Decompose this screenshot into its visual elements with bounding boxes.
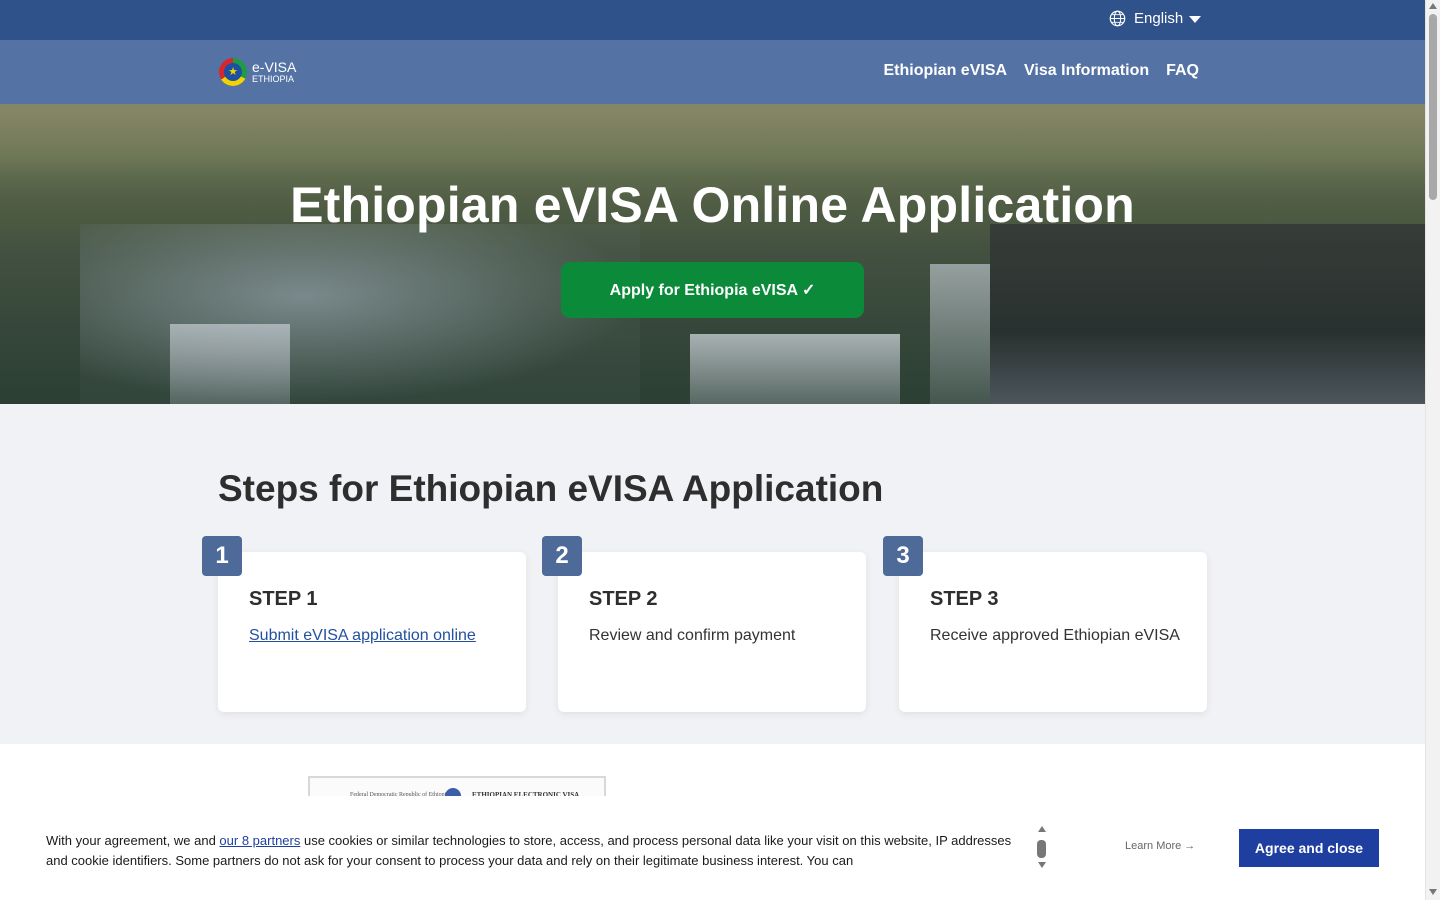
consent-text: With your agreement, we and our 8 partne… xyxy=(46,833,1012,868)
steps-section: Steps for Ethiopian eVISA Application ST… xyxy=(0,404,1425,744)
page-scroll-thumb[interactable] xyxy=(1429,14,1437,200)
step-card-3: STEP 3 Receive approved Ethiopian eVISA xyxy=(899,552,1207,712)
step-description: Review and confirm payment xyxy=(589,627,796,644)
step-number-badge: 1 xyxy=(202,536,242,576)
apply-evisa-button[interactable]: Apply for Ethiopia eVISA ✓ xyxy=(561,262,864,318)
hero-banner: Ethiopian eVISA Online Application Apply… xyxy=(0,104,1425,404)
step-title: STEP 1 xyxy=(249,588,318,610)
nav-link-faq[interactable]: FAQ xyxy=(1166,62,1199,80)
ethiopia-emblem-icon: ★ xyxy=(219,58,247,86)
top-utility-bar: English xyxy=(0,0,1425,40)
globe-icon xyxy=(1109,10,1126,27)
scroll-thumb[interactable] xyxy=(1037,840,1046,858)
agree-and-close-button[interactable]: Agree and close xyxy=(1239,829,1379,867)
primary-nav: Ethiopian eVISA Visa Information FAQ xyxy=(883,62,1199,80)
hero-title: Ethiopian eVISA Online Application xyxy=(290,177,1135,233)
main-navbar: ★ e-VISA ETHIOPIA Ethiopian eVISA Visa I… xyxy=(0,40,1425,104)
step-title: STEP 2 xyxy=(589,588,658,610)
hero-overlay xyxy=(0,104,1425,404)
nav-link-ethiopian-evisa[interactable]: Ethiopian eVISA xyxy=(883,62,1007,80)
step-card-1: STEP 1 Submit eVISA application online xyxy=(218,552,526,712)
step-number-badge: 2 xyxy=(542,536,582,576)
steps-heading: Steps for Ethiopian eVISA Application xyxy=(218,468,884,509)
nav-link-visa-information[interactable]: Visa Information xyxy=(1024,62,1149,80)
scroll-down-arrow-icon[interactable] xyxy=(1429,889,1437,895)
partners-link[interactable]: our 8 partners xyxy=(219,833,300,848)
step-title: STEP 3 xyxy=(930,588,999,610)
logo-text-evisa: e-VISA xyxy=(252,59,297,75)
submit-application-link[interactable]: Submit eVISA application online xyxy=(249,624,499,648)
consent-text-scrollbar[interactable] xyxy=(1036,826,1048,870)
cookie-consent-banner: With your agreement, we and our 8 partne… xyxy=(0,796,1425,900)
site-logo[interactable]: ★ e-VISA ETHIOPIA xyxy=(219,58,296,86)
step-description: Receive approved Ethiopian eVISA xyxy=(930,627,1180,644)
step-number-badge: 3 xyxy=(883,536,923,576)
logo-text-ethiopia: ETHIOPIA xyxy=(252,74,295,84)
step-card-2: STEP 2 Review and confirm payment xyxy=(558,552,866,712)
caret-down-icon xyxy=(1189,16,1202,23)
scroll-up-arrow-icon[interactable] xyxy=(1038,826,1046,832)
language-selector[interactable]: English xyxy=(1109,10,1202,27)
language-label: English xyxy=(1134,10,1184,27)
learn-more-link[interactable]: Learn More → xyxy=(1125,840,1195,852)
page-scrollbar[interactable] xyxy=(1425,0,1440,900)
scroll-up-arrow-icon[interactable] xyxy=(1429,3,1437,9)
scroll-down-arrow-icon[interactable] xyxy=(1038,862,1046,868)
